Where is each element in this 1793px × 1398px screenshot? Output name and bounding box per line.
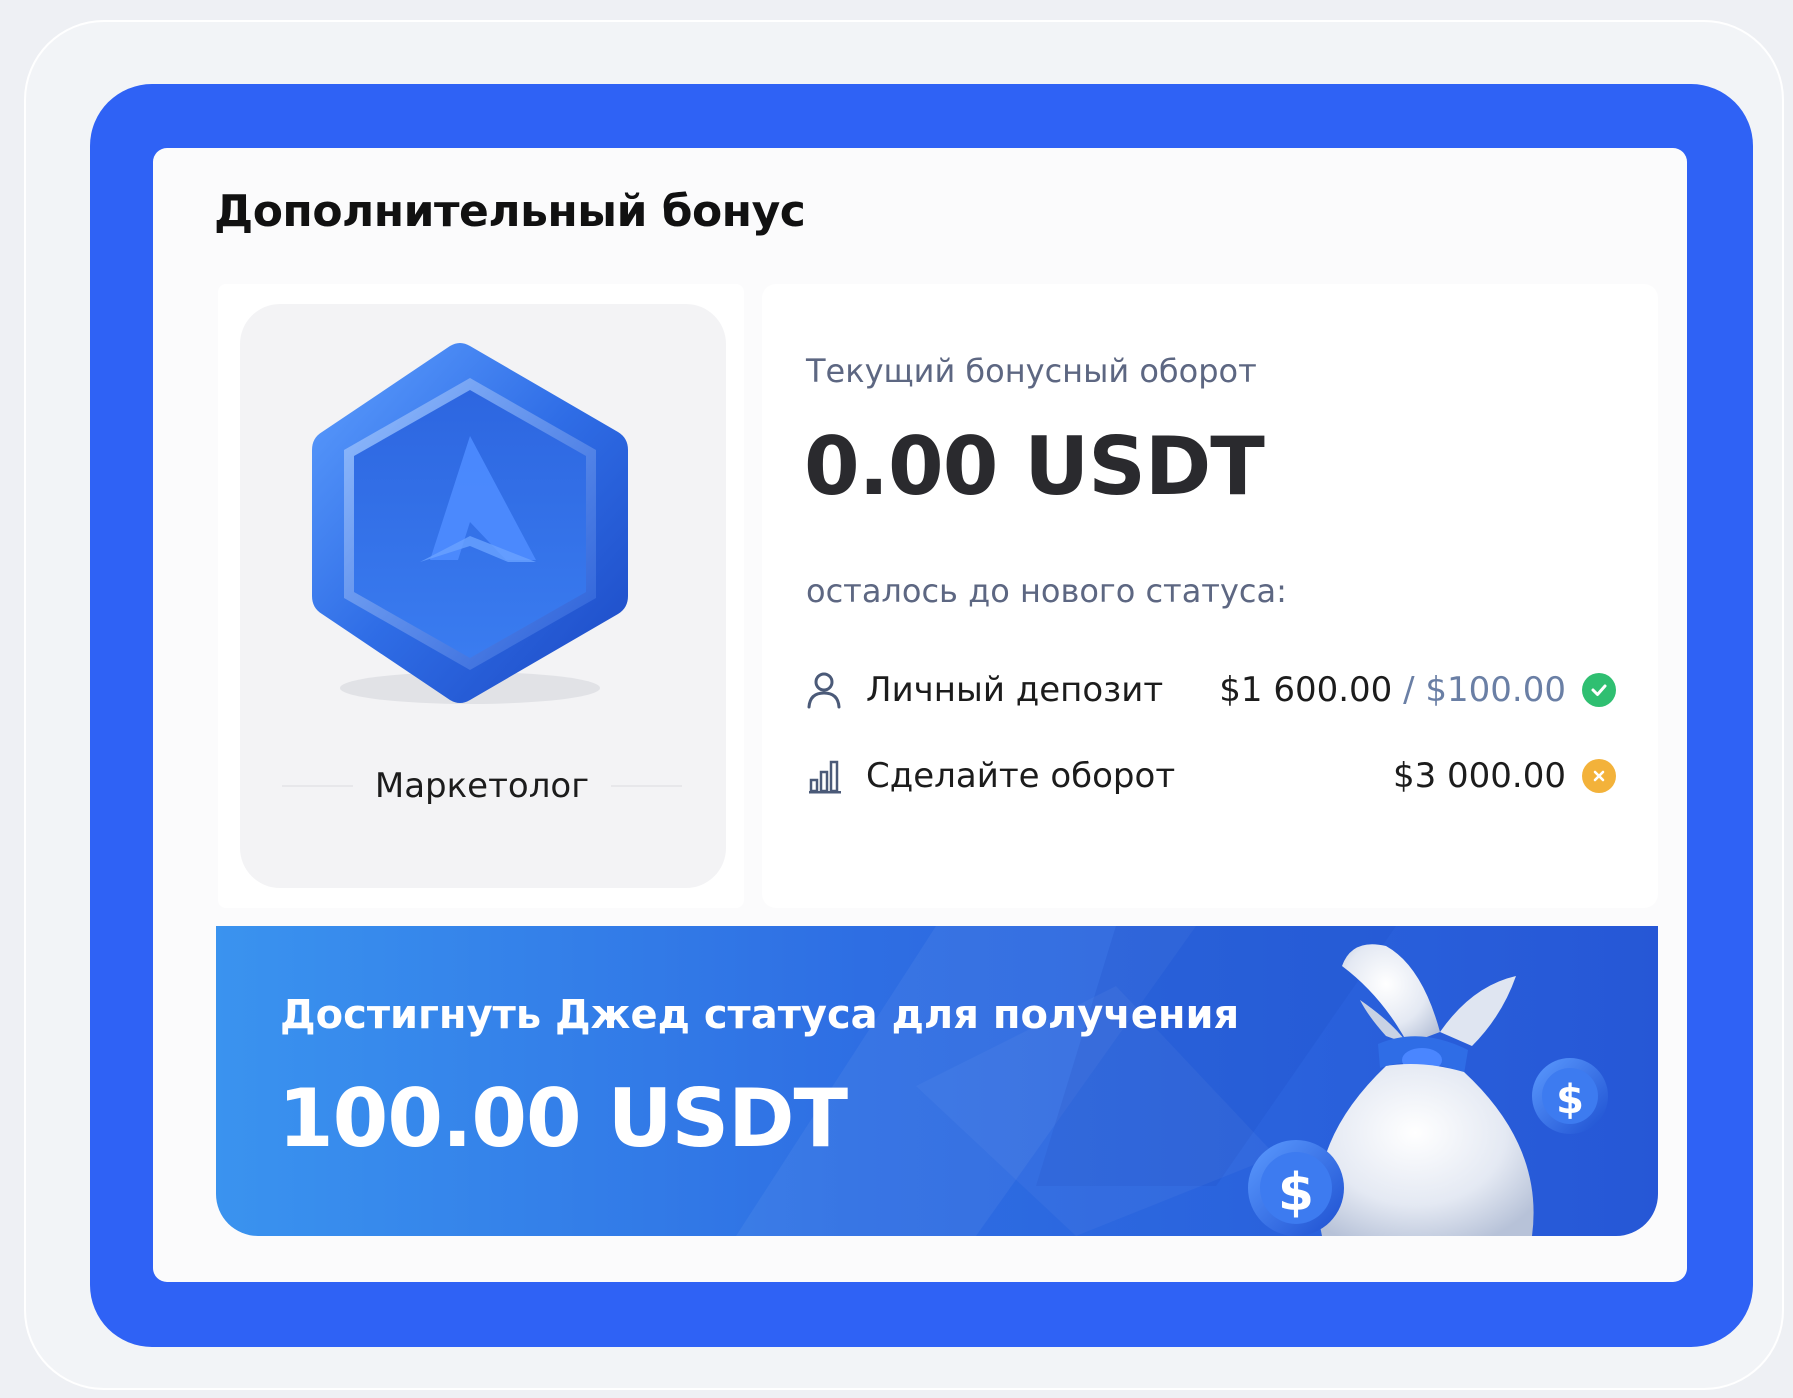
requirement-label: Личный депозит [866,670,1164,710]
promo-banner: Достигнуть Джед статуса для получения 10… [216,926,1658,1236]
panel-title: Дополнительный бонус [214,186,806,237]
requirement-current-value: $3 000.00 [1392,756,1566,796]
turnover-label: Текущий бонусный оборот [806,352,1257,390]
divider-line [282,785,353,787]
requirement-label: Сделайте оборот [866,756,1176,796]
turnover-value: 0.00 USDT [804,420,1265,513]
badge-status-label: Маркетолог [374,766,590,806]
user-icon [804,670,844,710]
requirement-row-turnover: Сделайте оборот $3 000.00 [804,750,1616,802]
badge-label-row: Маркетолог [282,760,682,812]
divider-line [611,785,682,787]
close-circle-icon [1582,759,1616,793]
bar-chart-icon [804,756,844,796]
svg-text:$: $ [1278,1163,1314,1223]
check-circle-icon [1582,673,1616,707]
requirement-separator: / [1392,670,1426,710]
requirement-target-value: $100.00 [1425,670,1566,710]
requirement-row-deposit: Личный депозит $1 600.00 / $100.00 [804,664,1616,716]
svg-text:$: $ [1556,1077,1584,1123]
hexagon-medal-icon [312,343,628,704]
money-bag-icon: $ $ [1248,944,1608,1236]
requirements-heading: осталось до нового статуса: [806,572,1287,610]
requirement-current-value: $1 600.00 [1219,670,1393,710]
banner-title: Достигнуть Джед статуса для получения [280,992,1240,1038]
banner-amount: 100.00 USDT [278,1072,848,1165]
